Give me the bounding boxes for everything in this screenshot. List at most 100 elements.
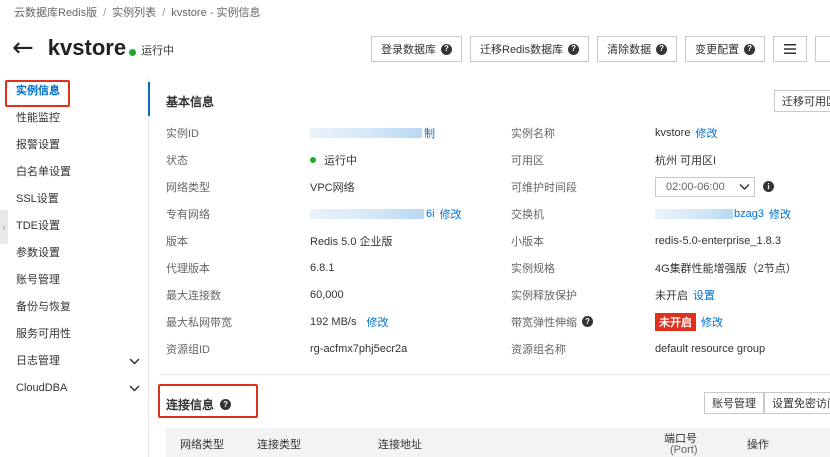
sidebar-item-availability[interactable]: 服务可用性 bbox=[0, 321, 148, 348]
sidebar-item-alarm[interactable]: 报警设置 bbox=[0, 132, 148, 159]
network-type-label: 网络类型 bbox=[166, 181, 210, 194]
network-type-value: VPC网络 bbox=[310, 181, 355, 194]
copy-link[interactable]: 制 bbox=[424, 125, 435, 141]
chevron-down-icon bbox=[739, 183, 750, 190]
bandwidth-value: 192 MB/s 修改 bbox=[310, 308, 388, 335]
migrate-zone-button[interactable]: 迁移可用区 bbox=[774, 90, 830, 112]
breadcrumb-separator: / bbox=[103, 7, 107, 19]
status-dot-icon bbox=[129, 48, 137, 56]
maint-window-value: 02:00-06:00 bbox=[666, 180, 725, 193]
release-protection-text: 未开启 bbox=[655, 289, 688, 302]
info-row: 资源组ID rg-acfmx7phj5ecr2a 资源组名称 default r… bbox=[166, 335, 830, 362]
toolbar: 登录数据库? 迁移Redis数据库? 清除数据? 变更配置? bbox=[371, 36, 830, 62]
elastic-bandwidth-label: 带宽弹性伸缩? bbox=[511, 308, 593, 335]
breadcrumb-item-redis[interactable]: 云数据库Redis版 bbox=[14, 7, 97, 19]
sidebar-item-label: 备份与恢复 bbox=[16, 301, 71, 313]
sidebar-item-clouddba[interactable]: CloudDBA bbox=[0, 375, 148, 402]
sidebar-divider bbox=[148, 78, 149, 457]
resource-group-id-label: 资源组ID bbox=[166, 343, 210, 356]
elastic-bandwidth-value: 未开启 修改 bbox=[655, 308, 723, 335]
info-row: 版本 Redis 5.0 企业版 小版本 redis-5.0-enterpris… bbox=[166, 227, 830, 254]
arrow-left-icon[interactable]: ← bbox=[12, 35, 34, 61]
sidebar-item-ssl[interactable]: SSL设置 bbox=[0, 186, 148, 213]
info-row: 专有网络 6i 修改 交换机 bzag3 修改 bbox=[166, 200, 830, 227]
spec-value: 4G集群性能增强版（2节点） bbox=[655, 262, 797, 275]
info-row: 状态 运行中 可用区 杭州 可用区I bbox=[166, 146, 830, 173]
switch-id-link[interactable]: bzag3 bbox=[734, 208, 764, 220]
chevron-down-icon bbox=[129, 358, 140, 365]
section-divider bbox=[160, 374, 830, 375]
maint-window-select[interactable]: 02:00-06:00 bbox=[655, 176, 755, 197]
minor-version-label: 小版本 bbox=[511, 235, 544, 248]
release-protection-label: 实例释放保护 bbox=[511, 289, 577, 302]
menu-button[interactable] bbox=[773, 36, 808, 62]
masked-value bbox=[655, 208, 733, 219]
switch-value: bzag3 修改 bbox=[655, 200, 791, 227]
nopass-access-label: 设置免密访问 bbox=[772, 398, 830, 410]
edit-switch-link[interactable]: 修改 bbox=[769, 206, 791, 222]
sidebar-item-whitelist[interactable]: 白名单设置 bbox=[0, 159, 148, 186]
zone-label: 可用区 bbox=[511, 154, 544, 167]
release-protection-value: 未开启 设置 bbox=[655, 281, 715, 308]
vpc-label: 专有网络 bbox=[166, 208, 210, 221]
info-icon[interactable]: i bbox=[763, 181, 774, 192]
migrate-zone-label: 迁移可用区 bbox=[782, 96, 830, 108]
sidebar-item-tde[interactable]: TDE设置 bbox=[0, 213, 148, 240]
breadcrumb-separator: / bbox=[162, 7, 166, 19]
maint-window-label: 可维护时间段 bbox=[511, 181, 577, 194]
info-row: 代理版本 6.8.1 实例规格 4G集群性能增强版（2节点） bbox=[166, 254, 830, 281]
instance-name-value: kvstore 修改 bbox=[655, 119, 717, 146]
sidebar-item-backup[interactable]: 备份与恢复 bbox=[0, 294, 148, 321]
edit-elastic-link[interactable]: 修改 bbox=[701, 314, 723, 330]
migrate-redis-button[interactable]: 迁移Redis数据库? bbox=[470, 36, 590, 62]
account-manage-label: 账号管理 bbox=[712, 398, 756, 410]
login-db-button[interactable]: 登录数据库? bbox=[371, 36, 462, 62]
status-text: 运行中 bbox=[324, 154, 357, 167]
info-row: 网络类型 VPC网络 可维护时间段 02:00-06:00 i bbox=[166, 173, 830, 200]
account-manage-button[interactable]: 账号管理 bbox=[704, 392, 764, 414]
column-header-sub: (Port) bbox=[670, 444, 698, 456]
edit-vpc-link[interactable]: 修改 bbox=[440, 206, 462, 222]
sidebar-item-performance[interactable]: 性能监控 bbox=[0, 105, 148, 132]
version-label: 版本 bbox=[166, 235, 188, 248]
page-header: ← kvstore 运行中 bbox=[12, 30, 174, 66]
status-text: 运行中 bbox=[141, 45, 175, 57]
instance-id-label: 实例ID bbox=[166, 127, 199, 140]
edit-name-link[interactable]: 修改 bbox=[695, 125, 717, 141]
masked-value bbox=[310, 208, 424, 219]
more-button-partial[interactable] bbox=[815, 36, 830, 62]
breadcrumb-item-instance-list[interactable]: 实例列表 bbox=[112, 7, 156, 19]
migrate-redis-label: 迁移Redis数据库 bbox=[480, 44, 564, 56]
sidebar-item-params[interactable]: 参数设置 bbox=[0, 240, 148, 267]
proxy-version-value: 6.8.1 bbox=[310, 261, 335, 274]
vpc-id-link[interactable]: 6i bbox=[426, 208, 435, 220]
resource-group-name-value: default resource group bbox=[655, 342, 766, 355]
sidebar-item-label: 性能监控 bbox=[16, 112, 60, 124]
instance-id-value: 制 bbox=[310, 119, 435, 146]
collapse-sidebar-handle[interactable]: ‹ bbox=[0, 210, 8, 244]
breadcrumb: 云数据库Redis版 / 实例列表 / kvstore - 实例信息 bbox=[14, 4, 260, 20]
nopass-access-button[interactable]: 设置免密访问 bbox=[764, 392, 830, 414]
info-row: 实例ID 制 实例名称 kvstore 修改 bbox=[166, 119, 830, 146]
vpc-value: 6i 修改 bbox=[310, 200, 462, 227]
switch-label: 交换机 bbox=[511, 208, 544, 221]
settings-link[interactable]: 设置 bbox=[693, 287, 715, 303]
clear-data-button[interactable]: 清除数据? bbox=[597, 36, 678, 62]
version-value: Redis 5.0 企业版 bbox=[310, 235, 393, 248]
column-header: 网络类型 bbox=[180, 439, 224, 451]
sidebar-item-logs[interactable]: 日志管理 bbox=[0, 348, 148, 375]
help-icon[interactable]: ? bbox=[582, 316, 593, 327]
login-db-label: 登录数据库 bbox=[381, 44, 436, 56]
help-icon: ? bbox=[441, 43, 452, 55]
sidebar-item-accounts[interactable]: 账号管理 bbox=[0, 267, 148, 294]
highlight-box-connection bbox=[158, 384, 258, 418]
status-dot-icon bbox=[310, 156, 316, 163]
sidebar-item-label: SSL设置 bbox=[16, 193, 59, 205]
change-config-button[interactable]: 变更配置? bbox=[685, 36, 766, 62]
bandwidth-text: 192 MB/s bbox=[310, 315, 357, 328]
edit-bandwidth-link[interactable]: 修改 bbox=[366, 314, 388, 330]
chevron-down-icon bbox=[129, 385, 140, 392]
column-header: 连接类型 bbox=[257, 439, 301, 451]
sidebar-item-label: 账号管理 bbox=[16, 274, 60, 286]
sidebar-item-label: CloudDBA bbox=[16, 382, 68, 394]
